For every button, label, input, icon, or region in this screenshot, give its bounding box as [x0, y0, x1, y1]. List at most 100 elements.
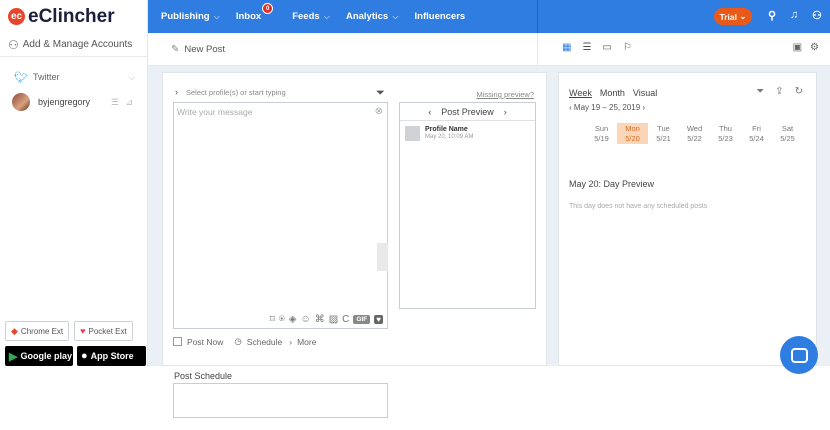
calendar-view-icon[interactable]: ▦: [562, 42, 571, 53]
profile-selector[interactable]: › Select profile(s) or start typing: [175, 87, 286, 97]
post-options: Post Now ◷ Schedule › More: [173, 336, 316, 347]
post-schedule-field[interactable]: [173, 383, 388, 418]
search-icon[interactable]: ⚲: [768, 9, 776, 22]
app-store-label: App Store: [90, 351, 134, 361]
link-icon[interactable]: ⌘: [315, 314, 325, 325]
apple-icon: ●: [81, 350, 88, 362]
chevron-down-icon: ⌵: [211, 12, 220, 21]
avatar: [405, 126, 420, 141]
next-week-icon[interactable]: ›: [642, 103, 645, 112]
copyright-icon[interactable]: C: [342, 314, 349, 325]
gear-icon[interactable]: ⚙: [810, 42, 819, 53]
filter-icon[interactable]: ⏷: [756, 86, 764, 97]
twitter-icon: 🐦︎: [14, 71, 28, 84]
chevron-right-icon: ›: [175, 87, 178, 97]
day-tue[interactable]: Tue 5/21: [648, 123, 679, 144]
image-icon[interactable]: ▨: [329, 314, 338, 325]
bell-icon[interactable]: ♫: [790, 9, 798, 21]
chat-icon: [790, 347, 808, 363]
next-arrow-icon[interactable]: ›: [504, 107, 507, 117]
nav-influencers[interactable]: Influencers: [415, 11, 466, 22]
scrollbar[interactable]: [377, 243, 388, 271]
new-post-button[interactable]: ✎ New Post: [171, 44, 225, 55]
tab-week[interactable]: Week: [569, 88, 592, 98]
nav-analytics[interactable]: Analytics ⌵: [346, 11, 399, 22]
week-days: Sun 5/19 Mon 5/20 Tue 5/21 Wed 5/22 Thu 5/23 …: [586, 123, 803, 144]
profile-item[interactable]: byjengregory ☰ ⊿: [0, 89, 147, 115]
emoji-icon[interactable]: ☺: [301, 314, 311, 325]
chevron-down-icon[interactable]: ⌵: [128, 72, 135, 83]
schedule-option[interactable]: Schedule: [247, 337, 282, 347]
bookmark-icon[interactable]: ⌑: [270, 314, 275, 325]
nav-feeds[interactable]: Feeds ⌵: [292, 11, 330, 22]
missing-preview-link[interactable]: Missing preview?: [476, 90, 534, 99]
sub-right-tools: ▣ ⚙: [793, 42, 819, 53]
day-name: Tue: [657, 124, 670, 133]
tab-visual[interactable]: Visual: [633, 88, 657, 98]
list-view-icon[interactable]: ☰: [582, 42, 591, 53]
no-posts-message: This day does not have any scheduled pos…: [569, 203, 708, 210]
nav-inbox[interactable]: Inbox 0: [236, 3, 274, 22]
chrome-ext-button[interactable]: ◆ Chrome Ext: [5, 321, 70, 341]
film-icon[interactable]: ▣: [793, 42, 802, 53]
trial-button[interactable]: Trial ⌄: [714, 8, 752, 25]
logo[interactable]: ec eClincher: [0, 0, 147, 33]
day-wed[interactable]: Wed 5/22: [679, 123, 710, 144]
sub-divider: [537, 33, 538, 66]
preview-header: ‹ Post Preview ›: [400, 103, 535, 121]
day-fri[interactable]: Fri 5/24: [741, 123, 772, 144]
pocket-icon: ♥: [80, 326, 86, 336]
calendar-tabs: Week Month Visual: [569, 88, 657, 98]
nav-influencers-label: Influencers: [414, 11, 466, 22]
pocket-ext-button[interactable]: ♥ Pocket Ext: [74, 321, 133, 341]
calendar-tools: ⏷ ⇪ ↻: [756, 86, 803, 97]
add-manage-label: Add & Manage Accounts: [22, 39, 133, 50]
date-range-label: May 19 – 25, 2019: [573, 103, 641, 112]
nav-publishing-label: Publishing: [161, 11, 210, 22]
chevron-down-icon: ⌵: [390, 12, 399, 21]
google-play-button[interactable]: ▶ Google play: [5, 346, 73, 366]
day-sun[interactable]: Sun 5/19: [586, 123, 617, 144]
user-icon[interactable]: ⚇: [812, 9, 822, 22]
filter-icon[interactable]: ⏷: [376, 87, 385, 100]
day-date: 5/22: [687, 134, 702, 143]
view-switcher: ▦ ☰ ▭ ⚐: [562, 42, 632, 53]
folder-icon[interactable]: ▭: [602, 42, 611, 53]
profile-actions-icon[interactable]: ☰ ⊿: [111, 97, 135, 108]
chat-button[interactable]: [780, 336, 818, 374]
top-nav: Publishing ⌵ Inbox 0 Feeds ⌵ Analytics ⌵ …: [148, 0, 830, 33]
day-thu[interactable]: Thu 5/23: [710, 123, 741, 144]
export-icon[interactable]: ⇪: [775, 86, 783, 97]
day-date: 5/23: [718, 134, 733, 143]
flag-icon[interactable]: ⚐: [623, 42, 632, 53]
gif-button[interactable]: GIF: [353, 315, 371, 324]
preview-profile-date: May 20, 10:09 AM: [425, 134, 474, 140]
attach-icon[interactable]: ⍟: [279, 314, 285, 325]
day-date: 5/20: [625, 134, 640, 143]
add-manage-accounts-button[interactable]: ⚇ Add & Manage Accounts: [0, 33, 147, 57]
refresh-icon[interactable]: ↻: [795, 86, 803, 97]
nav-feeds-label: Feeds: [292, 11, 320, 22]
day-sat[interactable]: Sat 5/25: [772, 123, 803, 144]
chrome-ext-icon: ◆: [11, 325, 18, 336]
day-name: Sun: [594, 124, 609, 133]
preview-title: Post Preview: [441, 106, 494, 117]
preview-profile: Profile Name May 20, 10:09 AM: [400, 121, 535, 146]
tag-icon[interactable]: ◈: [289, 314, 297, 325]
profile-selector-placeholder: Select profile(s) or start typing: [186, 87, 286, 97]
prev-arrow-icon[interactable]: ‹: [428, 107, 431, 117]
day-mon[interactable]: Mon 5/20: [617, 123, 648, 144]
more-option[interactable]: More: [297, 337, 316, 347]
tab-month[interactable]: Month: [600, 88, 625, 98]
app-store-button[interactable]: ● App Store: [77, 346, 146, 366]
clear-icon[interactable]: ⊗: [375, 106, 383, 117]
nav-publishing[interactable]: Publishing ⌵: [161, 11, 220, 22]
post-now-checkbox[interactable]: [173, 337, 182, 346]
nav-analytics-label: Analytics: [345, 11, 389, 22]
message-textarea[interactable]: Write your message ⊗ ⌑ ⍟ ◈ ☺ ⌘ ▨ C GIF ♥: [173, 102, 388, 329]
post-preview-panel: ‹ Post Preview › Profile Name May 20, 10…: [399, 102, 536, 309]
network-label: Twitter: [32, 72, 60, 82]
network-group-twitter[interactable]: 🐦︎ Twitter ⌵: [0, 65, 147, 89]
pocket-heart-icon[interactable]: ♥: [374, 315, 383, 324]
prev-week-icon[interactable]: ‹: [569, 103, 572, 112]
